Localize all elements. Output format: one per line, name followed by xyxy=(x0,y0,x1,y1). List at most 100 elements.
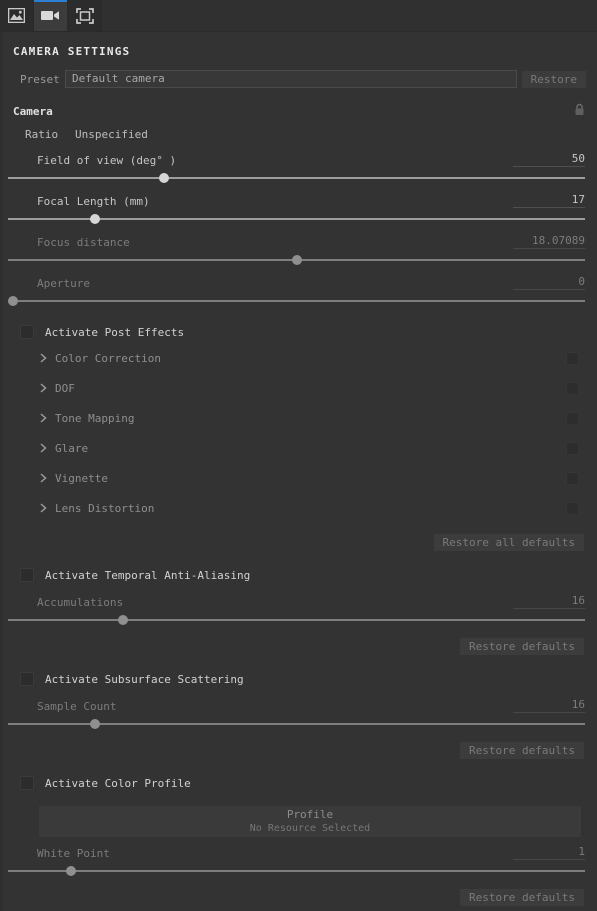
page-title: CAMERA SETTINGS xyxy=(13,45,131,58)
sss-restore-defaults-button[interactable]: Restore defaults xyxy=(460,742,584,759)
slider-track xyxy=(8,177,585,179)
accumulations-slider-group: Accumulations 16 xyxy=(0,591,597,627)
activate-color-profile-row[interactable]: Activate Color Profile xyxy=(0,772,597,794)
ratio-label: Ratio xyxy=(25,128,59,141)
slider-knob[interactable] xyxy=(66,866,77,876)
activate-color-profile-label: Activate Color Profile xyxy=(45,776,191,790)
field-of-view-label: Field of view (deg° ) xyxy=(37,154,177,167)
activate-taa-checkbox[interactable] xyxy=(20,568,34,582)
preset-restore-button[interactable]: Restore xyxy=(521,70,586,88)
profile-subtitle: No Resource Selected xyxy=(249,823,371,834)
focal-length-slider[interactable] xyxy=(8,212,585,226)
field-of-view-slider-group: Field of view (deg° ) 50 xyxy=(0,149,597,185)
activate-taa-row[interactable]: Activate Temporal Anti-Aliasing xyxy=(0,564,597,586)
white-point-slider[interactable] xyxy=(8,864,585,878)
camera-section-label: Camera xyxy=(13,104,53,118)
top-toolbar xyxy=(0,0,597,32)
slider-knob[interactable] xyxy=(158,173,169,183)
lock-icon[interactable] xyxy=(574,103,585,119)
focus-distance-label: Focus distance xyxy=(37,236,130,249)
fx-checkbox[interactable] xyxy=(566,441,579,455)
aperture-label: Aperture xyxy=(37,277,90,290)
camera-settings-panel: CAMERA SETTINGS Preset Restore Camera Ra… xyxy=(0,32,597,906)
sample-count-value[interactable]: 16 xyxy=(513,698,585,713)
focus-distance-slider[interactable] xyxy=(8,253,585,267)
fx-checkbox[interactable] xyxy=(566,501,579,515)
fx-row-dof[interactable]: DOF xyxy=(0,373,597,403)
slider-knob[interactable] xyxy=(7,296,18,306)
panel-left-edge xyxy=(0,31,3,911)
fx-label: Tone Mapping xyxy=(55,411,135,425)
restore-all-defaults-button[interactable]: Restore all defaults xyxy=(433,534,584,551)
focal-length-label: Focal Length (mm) xyxy=(37,195,150,208)
focus-distance-value[interactable]: 18.07089 xyxy=(513,234,585,249)
accumulations-label: Accumulations xyxy=(37,596,124,609)
preset-input[interactable] xyxy=(65,70,517,88)
focal-length-slider-group: Focal Length (mm) 17 xyxy=(0,190,597,226)
activate-color-profile-checkbox[interactable] xyxy=(20,776,34,790)
chevron-right-icon[interactable] xyxy=(38,383,49,393)
chevron-right-icon[interactable] xyxy=(38,503,49,513)
fx-row-vignette[interactable]: Vignette xyxy=(0,463,597,493)
fx-label: Color Correction xyxy=(55,351,161,365)
fx-checkbox[interactable] xyxy=(566,351,579,365)
taa-restore-defaults-button[interactable]: Restore defaults xyxy=(460,638,584,655)
sample-count-slider[interactable] xyxy=(8,717,585,731)
fx-checkbox[interactable] xyxy=(566,471,579,485)
field-of-view-value[interactable]: 50 xyxy=(513,152,585,167)
slider-knob[interactable] xyxy=(89,214,100,224)
slider-track xyxy=(8,870,585,872)
activate-sss-checkbox[interactable] xyxy=(20,672,34,686)
slider-track xyxy=(8,300,585,302)
sss-restore-row: Restore defaults xyxy=(0,742,597,759)
focus-distance-slider-group: Focus distance 18.07089 xyxy=(0,231,597,267)
chevron-right-icon[interactable] xyxy=(38,353,49,363)
profile-drop-area[interactable]: Profile No Resource Selected xyxy=(39,806,581,837)
chevron-right-icon[interactable] xyxy=(38,473,49,483)
fx-row-tone-mapping[interactable]: Tone Mapping xyxy=(0,403,597,433)
aperture-slider[interactable] xyxy=(7,294,585,308)
ratio-row: Ratio Unspecified xyxy=(0,125,597,144)
chevron-right-icon[interactable] xyxy=(38,413,49,423)
activate-sss-label: Activate Subsurface Scattering xyxy=(45,672,244,686)
color-profile-restore-defaults-button[interactable]: Restore defaults xyxy=(460,889,584,906)
white-point-value[interactable]: 1 xyxy=(513,845,585,860)
fx-label: Lens Distortion xyxy=(55,501,155,515)
video-camera-icon xyxy=(41,9,60,22)
color-profile-restore-row: Restore defaults xyxy=(0,889,597,906)
post-effects-restore-row: Restore all defaults xyxy=(0,534,597,551)
focal-length-value[interactable]: 17 xyxy=(513,193,585,208)
sample-count-slider-group: Sample Count 16 xyxy=(0,695,597,731)
activate-sss-row[interactable]: Activate Subsurface Scattering xyxy=(0,668,597,690)
accumulations-value[interactable]: 16 xyxy=(513,594,585,609)
white-point-label: White Point xyxy=(37,847,110,860)
profile-title: Profile xyxy=(286,808,334,821)
slider-knob[interactable] xyxy=(291,255,302,265)
taa-restore-row: Restore defaults xyxy=(0,638,597,655)
fx-row-color-correction[interactable]: Color Correction xyxy=(0,343,597,373)
image-icon xyxy=(8,8,25,23)
slider-knob[interactable] xyxy=(118,615,129,625)
accumulations-slider[interactable] xyxy=(8,613,585,627)
fx-label: Glare xyxy=(55,441,89,455)
field-of-view-slider[interactable] xyxy=(8,171,585,185)
chevron-right-icon[interactable] xyxy=(38,443,49,453)
slider-knob[interactable] xyxy=(89,719,100,729)
activate-post-effects-row[interactable]: Activate Post Effects xyxy=(0,321,597,343)
fx-row-lens-distortion[interactable]: Lens Distortion xyxy=(0,493,597,523)
camera-section-header: Camera xyxy=(0,101,597,121)
fx-checkbox[interactable] xyxy=(566,411,579,425)
aperture-slider-group: Aperture 0 xyxy=(0,272,597,308)
fx-label: Vignette xyxy=(55,471,108,485)
white-point-slider-group: White Point 1 xyxy=(0,842,597,878)
video-camera-icon-button[interactable] xyxy=(34,0,68,31)
frame-icon-button[interactable] xyxy=(68,0,102,31)
sample-count-label: Sample Count xyxy=(37,700,117,713)
activate-post-effects-checkbox[interactable] xyxy=(20,325,34,339)
preset-row: Preset Restore xyxy=(0,68,597,90)
frame-icon xyxy=(75,7,94,24)
fx-checkbox[interactable] xyxy=(566,381,579,395)
fx-row-glare[interactable]: Glare xyxy=(0,433,597,463)
aperture-value[interactable]: 0 xyxy=(513,275,585,290)
image-icon-button[interactable] xyxy=(0,0,34,31)
